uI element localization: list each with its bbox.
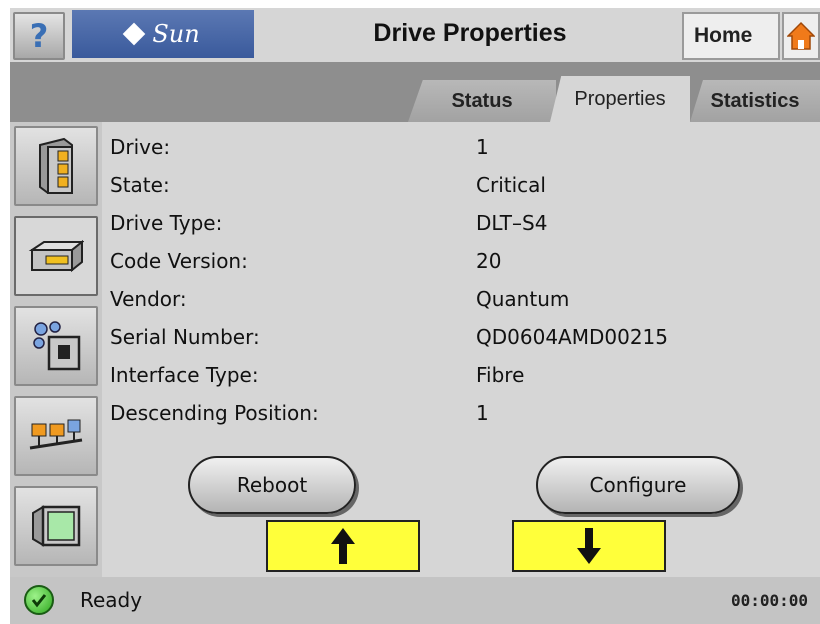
- sun-logo: Sun: [72, 10, 254, 58]
- network-icon: [29, 419, 83, 450]
- reboot-label: Reboot: [236, 473, 308, 497]
- library-cabinet-icon: [39, 137, 73, 194]
- property-label: Serial Number:: [110, 325, 260, 349]
- help-button[interactable]: ?: [13, 12, 65, 60]
- sidebar: [10, 122, 102, 577]
- home-button[interactable]: Home: [682, 12, 780, 60]
- tab-properties-label: Properties: [574, 87, 666, 110]
- property-value: 20: [476, 249, 502, 273]
- cartridge-slots-icon: [33, 321, 81, 371]
- reboot-button[interactable]: Reboot: [188, 456, 356, 514]
- sun-logo-icon: [122, 22, 146, 46]
- property-label: Code Version:: [110, 249, 248, 273]
- property-label: Drive:: [110, 135, 171, 159]
- configure-button[interactable]: Configure: [536, 456, 740, 514]
- property-row-vendor: Vendor: Quantum: [110, 280, 810, 318]
- property-value: Fibre: [476, 363, 525, 387]
- property-row-state: State: Critical: [110, 166, 810, 204]
- property-label: State:: [110, 173, 170, 197]
- check-circle-icon: [24, 585, 54, 615]
- properties-panel: Drive: 1 State: Critical Drive Type: DLT…: [102, 122, 820, 577]
- property-row-interface-type: Interface Type: Fibre: [110, 356, 810, 394]
- configure-label: Configure: [589, 473, 687, 497]
- home-label: Home: [694, 24, 753, 47]
- property-row-drive: Drive: 1: [110, 128, 810, 166]
- property-label: Interface Type:: [110, 363, 259, 387]
- house-icon[interactable]: [782, 12, 820, 60]
- arrow-up-icon: [331, 528, 355, 564]
- arrow-down-icon: [577, 528, 601, 564]
- property-value: Critical: [476, 173, 546, 197]
- help-label: ?: [29, 17, 49, 55]
- sidebar-item-network[interactable]: [14, 396, 98, 476]
- sidebar-item-drive[interactable]: [14, 216, 98, 296]
- property-value: 1: [476, 135, 489, 159]
- sidebar-item-display[interactable]: [14, 486, 98, 566]
- property-row-drive-type: Drive Type: DLT–S4: [110, 204, 810, 242]
- property-label: Descending Position:: [110, 401, 319, 425]
- top-bar: ? Sun Drive Properties Home: [10, 8, 820, 62]
- scroll-down-button[interactable]: [512, 520, 666, 572]
- property-row-descending-position: Descending Position: 1: [110, 394, 810, 432]
- tab-status[interactable]: Status: [408, 80, 556, 122]
- property-value: QD0604AMD00215: [476, 325, 669, 349]
- tab-statistics-label: Statistics: [710, 89, 800, 112]
- app-window: ? Sun Drive Properties Home Status Prope…: [10, 8, 820, 624]
- page-title: Drive Properties: [373, 19, 567, 47]
- scroll-up-button[interactable]: [266, 520, 420, 572]
- sidebar-item-library[interactable]: [14, 126, 98, 206]
- property-label: Drive Type:: [110, 211, 223, 235]
- logo-text: Sun: [152, 20, 200, 48]
- tab-properties[interactable]: Properties: [550, 76, 690, 122]
- status-text: Ready: [80, 588, 143, 612]
- tab-status-label: Status: [451, 89, 513, 112]
- property-value: 1: [476, 401, 489, 425]
- property-label: Vendor:: [110, 287, 187, 311]
- tab-statistics[interactable]: Statistics: [690, 80, 820, 122]
- monitor-icon: [32, 505, 81, 547]
- property-row-code-version: Code Version: 20: [110, 242, 810, 280]
- sidebar-item-slots[interactable]: [14, 306, 98, 386]
- property-value: DLT–S4: [476, 211, 548, 235]
- tape-drive-icon: [28, 239, 84, 273]
- clock: 00:00:00: [730, 591, 808, 610]
- property-value: Quantum: [476, 287, 570, 311]
- status-bar: Ready 00:00:00: [10, 577, 820, 624]
- property-row-serial-number: Serial Number: QD0604AMD00215: [110, 318, 810, 356]
